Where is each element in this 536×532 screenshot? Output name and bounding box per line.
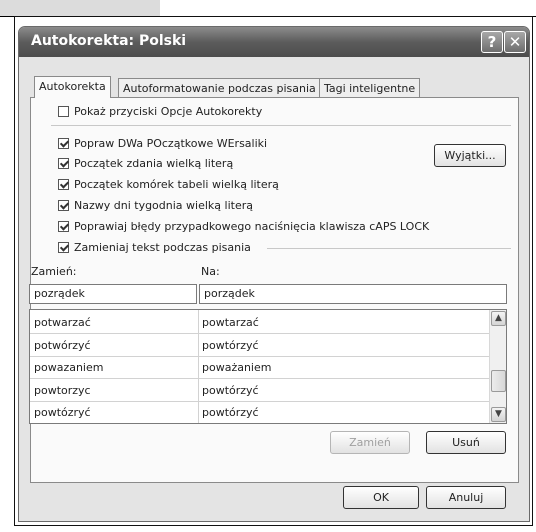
replace-from-label: Zamień: bbox=[31, 265, 77, 278]
replace-to-input[interactable]: porządek bbox=[199, 284, 507, 304]
tab-autocorrect[interactable]: Autokorekta bbox=[34, 76, 111, 98]
entry-from: potwórzyć bbox=[34, 339, 91, 352]
list-scrollbar[interactable]: ▲ ▼ bbox=[489, 310, 506, 423]
replace-from-input[interactable]: pozrądek bbox=[29, 284, 197, 304]
table-row[interactable]: potwórzyć powtórzyć bbox=[30, 334, 489, 357]
replace-button[interactable]: Zamień bbox=[330, 431, 410, 454]
table-row[interactable]: powazaniem poważaniem bbox=[30, 356, 489, 379]
delete-button[interactable]: Usuń bbox=[426, 431, 506, 454]
entry-to: poważaniem bbox=[202, 361, 272, 374]
table-row[interactable]: powtózryć powtórzyć bbox=[30, 401, 489, 423]
chevron-up-icon[interactable]: ▲ bbox=[491, 311, 506, 326]
entry-from: powtorzyc bbox=[34, 384, 91, 397]
chevron-down-icon[interactable]: ▼ bbox=[491, 407, 506, 422]
table-row[interactable]: potwarzać powtarzać bbox=[30, 311, 489, 334]
entry-to: powtórzyć bbox=[202, 406, 259, 419]
entry-from: powtózryć bbox=[34, 406, 91, 419]
ok-button[interactable]: OK bbox=[343, 486, 419, 509]
entry-to: powtórzyć bbox=[202, 384, 259, 397]
entry-to: powtarzać bbox=[202, 316, 259, 329]
replacement-list[interactable]: potwarzać powtarzać potwórzyć powtórzyć … bbox=[29, 309, 507, 424]
replace-to-label: Na: bbox=[201, 265, 220, 278]
entry-from: powazaniem bbox=[34, 361, 104, 374]
entry-from: potwarzać bbox=[34, 316, 91, 329]
cancel-button[interactable]: Anuluj bbox=[426, 486, 506, 509]
table-row[interactable]: powtorzyc powtórzyć bbox=[30, 379, 489, 402]
entry-to: powtórzyć bbox=[202, 339, 259, 352]
scrollbar-thumb[interactable] bbox=[491, 370, 506, 392]
